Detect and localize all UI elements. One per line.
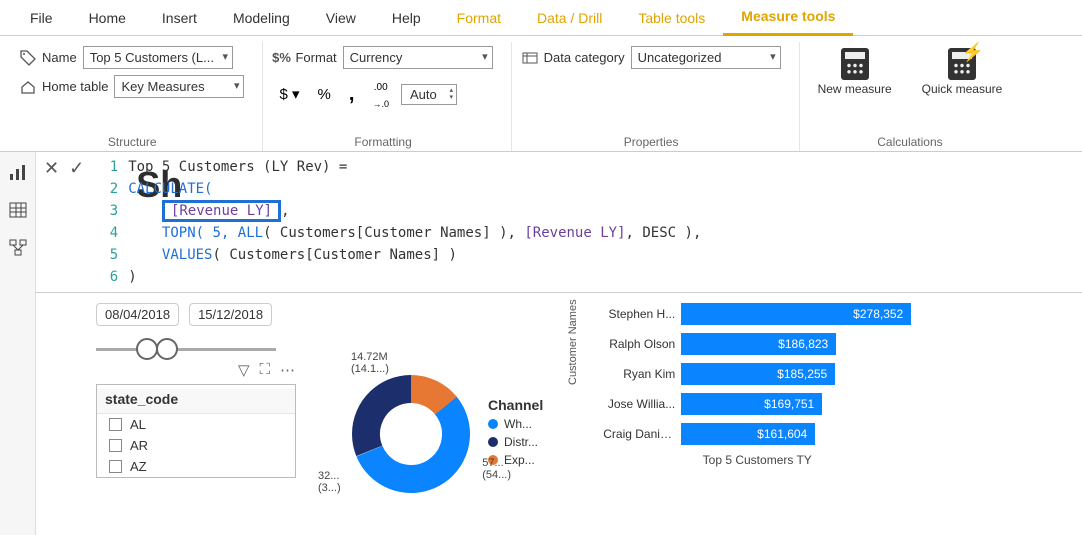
tab-modeling[interactable]: Modeling [215, 0, 308, 36]
tab-home[interactable]: Home [71, 0, 144, 36]
tab-help[interactable]: Help [374, 0, 439, 36]
name-label: Name [42, 50, 77, 65]
slicer-item[interactable]: AL [97, 414, 295, 435]
name-input[interactable]: Top 5 Customers (L... [83, 46, 233, 69]
bar[interactable]: $186,823 [681, 333, 836, 355]
filter-icon[interactable]: ▽ [238, 361, 250, 379]
slicer-item[interactable]: AZ [97, 456, 295, 477]
slicer-header: state_code [97, 389, 295, 414]
category-dropdown[interactable]: Uncategorized [631, 46, 781, 69]
category-icon [522, 50, 538, 66]
highlighted-measure: [Revenue LY] [162, 200, 281, 222]
bar[interactable]: $278,352 [681, 303, 911, 325]
tab-table-tools[interactable]: Table tools [620, 0, 723, 36]
more-icon[interactable]: ⋯ [280, 361, 295, 379]
tab-view[interactable]: View [308, 0, 374, 36]
tab-format[interactable]: Format [439, 0, 519, 36]
group-label-calculations: Calculations [877, 129, 942, 149]
home-icon [20, 79, 36, 95]
bar-chart-title: Top 5 Customers TY [603, 453, 911, 467]
ribbon-group-formatting: $% Format Currency $ ▾ % , .00→.0 Auto F… [262, 42, 510, 151]
formula-cancel-icon[interactable]: ✕ [44, 158, 59, 179]
tab-insert[interactable]: Insert [144, 0, 215, 36]
ribbon-group-structure: Name Top 5 Customers (L... Home table Ke… [10, 42, 262, 151]
formula-bar: ✕ ✓ Sh 1Top 5 Customers (LY Rev) = 2CALC… [36, 152, 1082, 293]
ribbon-group-properties: Data category Uncategorized Properties [511, 42, 799, 151]
date-slider[interactable] [96, 334, 276, 364]
slider-handle-end[interactable] [156, 338, 178, 360]
group-label-properties: Properties [522, 129, 781, 149]
tab-file[interactable]: File [12, 0, 71, 36]
legend-title: Channel [488, 397, 543, 413]
currency-button[interactable]: $ ▾ [273, 83, 305, 105]
group-label-formatting: Formatting [273, 129, 492, 149]
decimals-spinner[interactable]: Auto [401, 84, 457, 105]
ribbon-group-calculations: New measure ⚡ Quick measure Calculations [799, 42, 1029, 151]
bar[interactable]: $161,604 [681, 423, 815, 445]
tab-data-drill[interactable]: Data / Drill [519, 0, 620, 36]
view-switcher [0, 152, 36, 535]
format-icon: $% [273, 50, 289, 66]
format-label: Format [295, 50, 336, 65]
model-view-icon[interactable] [8, 238, 28, 258]
slider-handle-start[interactable] [136, 338, 158, 360]
legend-item[interactable]: Distr... [488, 435, 543, 449]
group-label-structure: Structure [20, 129, 244, 149]
formula-editor[interactable]: Sh 1Top 5 Customers (LY Rev) = 2CALCULAT… [92, 152, 1082, 292]
report-canvas: 08/04/2018 15/12/2018 ▽ ⛶ ⋯ state_code A… [36, 293, 1082, 535]
tab-measure-tools[interactable]: Measure tools [723, 0, 853, 36]
focus-icon[interactable]: ⛶ [259, 361, 270, 379]
format-dropdown[interactable]: Currency [343, 46, 493, 69]
decimal-decrease-button[interactable]: .00→.0 [366, 75, 395, 113]
slicer-state-code[interactable]: ▽ ⛶ ⋯ state_code AL AR AZ [96, 384, 296, 478]
category-label: Data category [544, 50, 625, 65]
date-end[interactable]: 15/12/2018 [189, 303, 272, 326]
checkbox-icon[interactable] [109, 418, 122, 431]
donut-chart[interactable]: 14.72M(14.1...) 32...(3...) 57...(54...)… [346, 333, 543, 535]
bar[interactable]: $185,255 [681, 363, 835, 385]
formula-commit-icon[interactable]: ✓ [69, 158, 84, 179]
checkbox-icon[interactable] [109, 439, 122, 452]
legend-item[interactable]: Wh... [488, 417, 543, 431]
slicer-item[interactable]: AR [97, 435, 295, 456]
quick-measure-button[interactable]: ⚡ Quick measure [914, 46, 1011, 98]
percent-button[interactable]: % [312, 84, 337, 105]
bar-chart[interactable]: Customer Names Stephen H...$278,352 Ralp… [573, 303, 911, 535]
bar-y-axis-label: Customer Names [567, 299, 579, 385]
data-view-icon[interactable] [8, 200, 28, 220]
date-start[interactable]: 08/04/2018 [96, 303, 179, 326]
report-view-icon[interactable] [8, 162, 28, 182]
thousands-button[interactable]: , [343, 81, 361, 108]
ribbon-tabs: File Home Insert Modeling View Help Form… [0, 0, 1082, 36]
home-table-dropdown[interactable]: Key Measures [114, 75, 244, 98]
checkbox-icon[interactable] [109, 460, 122, 473]
home-table-label: Home table [42, 79, 108, 94]
calculator-icon [841, 48, 869, 80]
bar[interactable]: $169,751 [681, 393, 822, 415]
ribbon: Name Top 5 Customers (L... Home table Ke… [0, 36, 1082, 152]
new-measure-button[interactable]: New measure [810, 46, 900, 98]
tag-icon [20, 50, 36, 66]
